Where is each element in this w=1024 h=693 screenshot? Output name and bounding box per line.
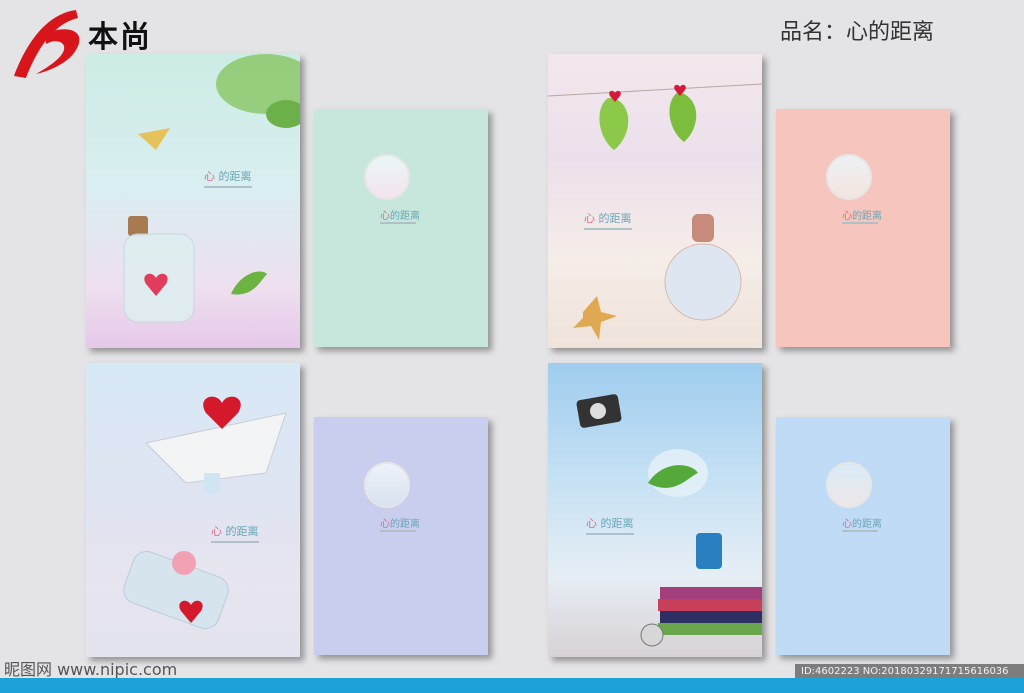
back-4-subtext [842, 530, 878, 532]
cover-3-title: 心 的距离 [211, 523, 259, 539]
site-watermark: 昵图网 www.nipic.com [4, 660, 178, 679]
cover-2-title-text: 的距离 [598, 212, 632, 225]
footer-bar [0, 678, 1024, 693]
brand-name: 本尚 [88, 20, 152, 55]
cover-1-title-text: 的距离 [218, 170, 252, 183]
cover-3-subtext [211, 541, 259, 543]
cover-4-artwork [576, 394, 762, 647]
cover-4: 心 的距离 [548, 363, 762, 657]
back-3-title: 心的距离 [380, 515, 420, 530]
cover-1: 心 的距离 [86, 54, 300, 348]
back-1-title-text: 的距离 [390, 211, 420, 222]
back-4: 心的距离 [776, 417, 950, 655]
back-2: 心的距离 [776, 109, 950, 347]
cover-3-title-heart: 心 [211, 525, 222, 538]
back-1: 心的距离 [314, 109, 488, 347]
cover-3-artwork [123, 396, 287, 630]
back-3-subtext [380, 530, 416, 532]
cover-2-title-heart: 心 [584, 212, 595, 225]
back-3: 心的距离 [314, 417, 488, 655]
back-3-emblem [364, 462, 410, 508]
back-1-emblem [364, 154, 410, 200]
cover-4-subtext [586, 533, 634, 535]
cover-4-title: 心 的距离 [586, 515, 634, 531]
cover-1-title: 心 的距离 [204, 168, 252, 184]
back-4-title-text: 的距离 [852, 519, 882, 530]
back-4-title: 心的距离 [842, 515, 882, 530]
back-2-title-heart: 心 [842, 211, 852, 222]
cover-4-title-text: 的距离 [600, 517, 634, 530]
back-1-subtext [380, 222, 416, 224]
cover-2-artwork [548, 83, 762, 340]
back-2-emblem [826, 154, 872, 200]
back-2-title-text: 的距离 [852, 211, 882, 222]
product-name-label: 品名：心的距离 [780, 20, 935, 45]
cover-2-title: 心 的距离 [584, 210, 632, 226]
back-4-emblem [826, 462, 872, 508]
cover-3-title-text: 的距离 [225, 525, 259, 538]
back-2-title: 心的距离 [842, 207, 882, 222]
back-1-title-heart: 心 [380, 211, 390, 222]
cover-1-title-heart: 心 [204, 170, 215, 183]
cover-2: 心 的距离 [548, 54, 762, 348]
back-3-title-heart: 心 [380, 519, 390, 530]
back-2-subtext [842, 222, 878, 224]
cover-1-artwork [123, 54, 300, 323]
cover-3: 心 的距离 [86, 363, 300, 657]
back-3-title-text: 的距离 [390, 519, 420, 530]
back-1-title: 心的距离 [380, 207, 420, 222]
cover-4-title-heart: 心 [586, 517, 597, 530]
back-4-title-heart: 心 [842, 519, 852, 530]
cover-1-subtext [204, 186, 252, 188]
cover-2-subtext [584, 228, 632, 230]
